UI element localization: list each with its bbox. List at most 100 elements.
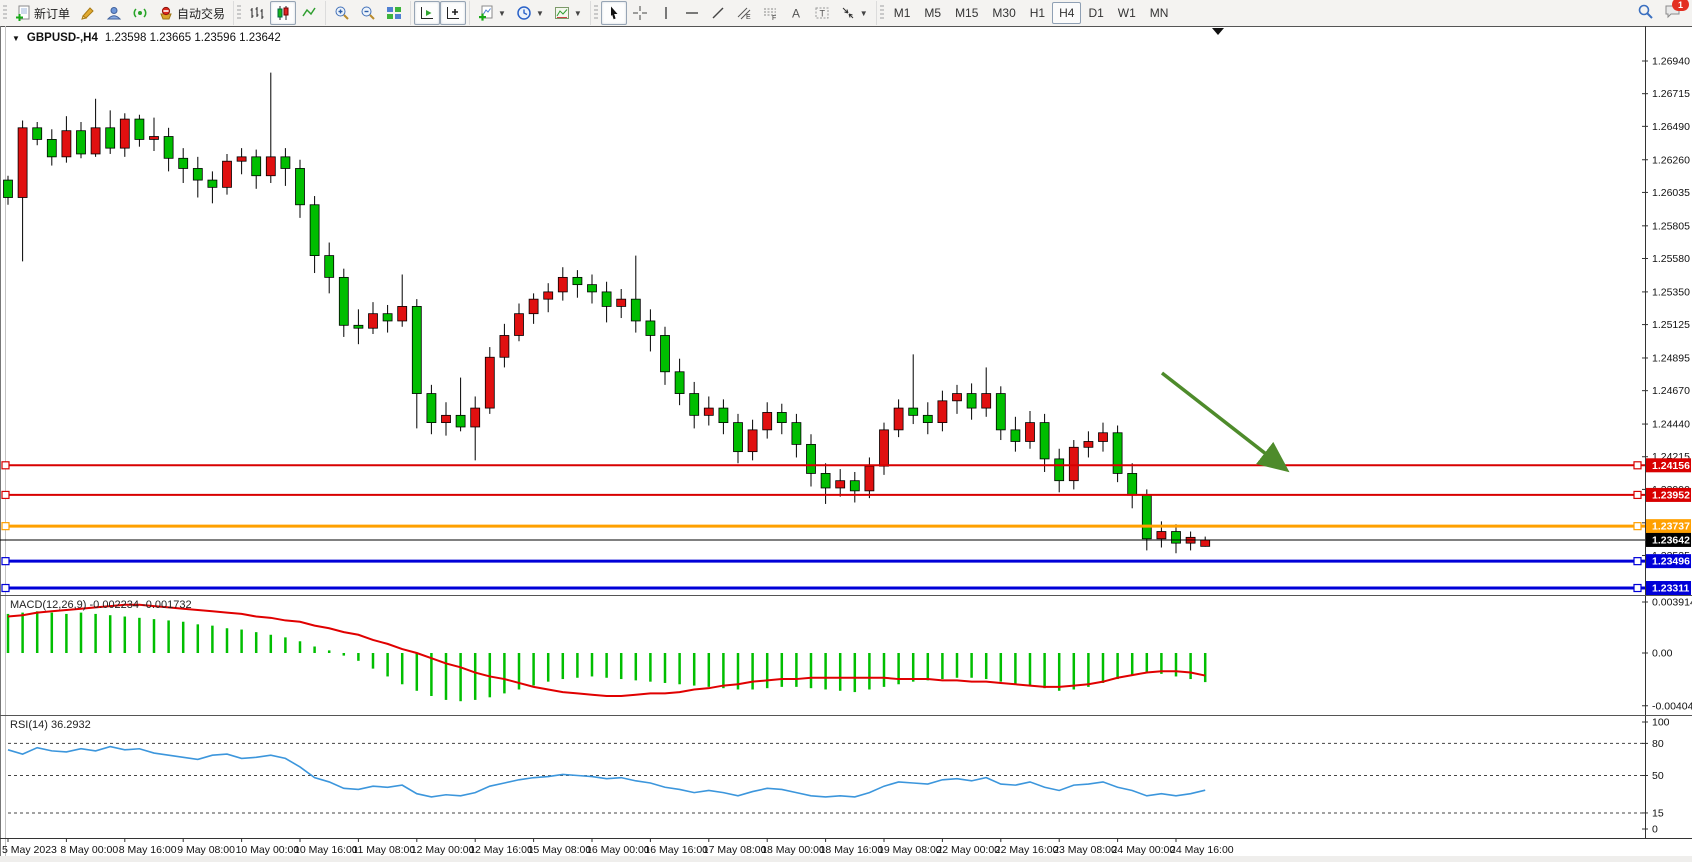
line-handle[interactable] [2,462,9,469]
candle-body[interactable] [719,408,728,423]
candle-body[interactable] [792,423,801,445]
candle-body[interactable] [617,299,626,306]
candle-body[interactable] [704,408,713,415]
candle-body[interactable] [500,335,509,357]
candle-body[interactable] [967,394,976,409]
candle-body[interactable] [1099,433,1108,442]
line-handle[interactable] [1634,585,1641,592]
line-handle[interactable] [1634,523,1641,530]
expert-advisors-button[interactable] [101,1,127,25]
candle-body[interactable] [763,412,772,429]
line-handle[interactable] [2,585,9,592]
candle-body[interactable] [164,137,173,159]
chart-shift-button[interactable] [440,1,466,25]
line-handle[interactable] [1634,462,1641,469]
timeframe-h1[interactable]: H1 [1023,2,1052,24]
candle-body[interactable] [631,299,640,321]
candle-body[interactable] [894,408,903,430]
candle-body[interactable] [18,128,27,198]
bar-chart-button[interactable] [244,1,270,25]
candle-body[interactable] [442,415,451,422]
candle-body[interactable] [281,157,290,169]
candle-body[interactable] [33,128,42,140]
candle-body[interactable] [383,314,392,321]
candle-body[interactable] [734,423,743,452]
horizontal-line-tool-button[interactable] [679,1,705,25]
timeframe-m15[interactable]: M15 [948,2,985,24]
candle-body[interactable] [996,394,1005,430]
candle-body[interactable] [923,415,932,422]
candle-body[interactable] [237,157,246,161]
candle-body[interactable] [1157,532,1166,539]
candle-body[interactable] [1040,423,1049,459]
candle-body[interactable] [529,299,538,314]
candle-body[interactable] [1069,447,1078,480]
candle-body[interactable] [223,161,232,187]
candle-body[interactable] [588,285,597,292]
candle-body[interactable] [646,321,655,336]
candle-body[interactable] [1026,423,1035,442]
timeframe-w1[interactable]: W1 [1111,2,1143,24]
candle-body[interactable] [4,180,13,197]
timeframe-mn[interactable]: MN [1143,2,1176,24]
candle-body[interactable] [427,394,436,423]
candle-body[interactable] [821,473,830,488]
chart-menu-arrow-icon[interactable]: ▼ [12,34,20,43]
candle-body[interactable] [208,180,217,187]
candle-body[interactable] [325,256,334,278]
candle-body[interactable] [865,466,874,491]
candle-body[interactable] [135,119,144,139]
candle-body[interactable] [602,292,611,307]
period-button[interactable]: ▼ [511,1,549,25]
crosshair-tool-button[interactable] [627,1,653,25]
candle-body[interactable] [1142,495,1151,539]
collapse-arrow-icon[interactable] [1212,28,1224,35]
candle-body[interactable] [179,158,188,168]
candle-body[interactable] [953,394,962,401]
auto-scroll-button[interactable] [414,1,440,25]
zoom-out-button[interactable] [355,1,381,25]
candle-body[interactable] [661,335,670,371]
candle-body[interactable] [909,408,918,415]
candle-body[interactable] [748,430,757,452]
zoom-in-button[interactable] [329,1,355,25]
candle-body[interactable] [471,408,480,427]
fibonacci-tool-button[interactable]: F [757,1,783,25]
candle-body[interactable] [1201,540,1210,546]
vertical-line-tool-button[interactable] [653,1,679,25]
timeframe-d1[interactable]: D1 [1081,2,1110,24]
line-handle[interactable] [1634,491,1641,498]
timeframe-m5[interactable]: M5 [917,2,948,24]
candle-body[interactable] [77,131,86,154]
trend-arrow-object[interactable] [1162,373,1284,468]
candle-body[interactable] [1055,459,1064,481]
candle-body[interactable] [120,119,129,148]
new-order-button[interactable]: 新订单 [10,1,75,25]
line-handle[interactable] [2,491,9,498]
candle-body[interactable] [573,277,582,284]
candle-body[interactable] [880,430,889,466]
candle-body[interactable] [456,415,465,427]
text-label-tool-button[interactable]: T [809,1,835,25]
add-indicator-button[interactable]: ▼ [473,1,511,25]
candlestick-chart-button[interactable] [270,1,296,25]
candle-body[interactable] [544,292,553,299]
signals-button[interactable] [127,1,153,25]
candle-body[interactable] [558,277,567,292]
candle-body[interactable] [777,412,786,422]
candle-body[interactable] [106,128,115,148]
candle-body[interactable] [1011,430,1020,442]
timeframe-m30[interactable]: M30 [985,2,1022,24]
line-chart-button[interactable] [296,1,322,25]
text-tool-button[interactable]: A [783,1,809,25]
candle-body[interactable] [47,139,56,156]
trendline-tool-button[interactable] [705,1,731,25]
candle-body[interactable] [850,481,859,491]
shapes-tool-button[interactable]: ▼ [835,1,873,25]
timeframe-h4[interactable]: H4 [1052,2,1081,24]
notifications-button[interactable]: 1 [1664,3,1682,23]
candle-body[interactable] [675,372,684,394]
autotrade-button[interactable]: 自动交易 [153,1,230,25]
candle-body[interactable] [1128,473,1137,495]
candle-body[interactable] [354,325,363,328]
